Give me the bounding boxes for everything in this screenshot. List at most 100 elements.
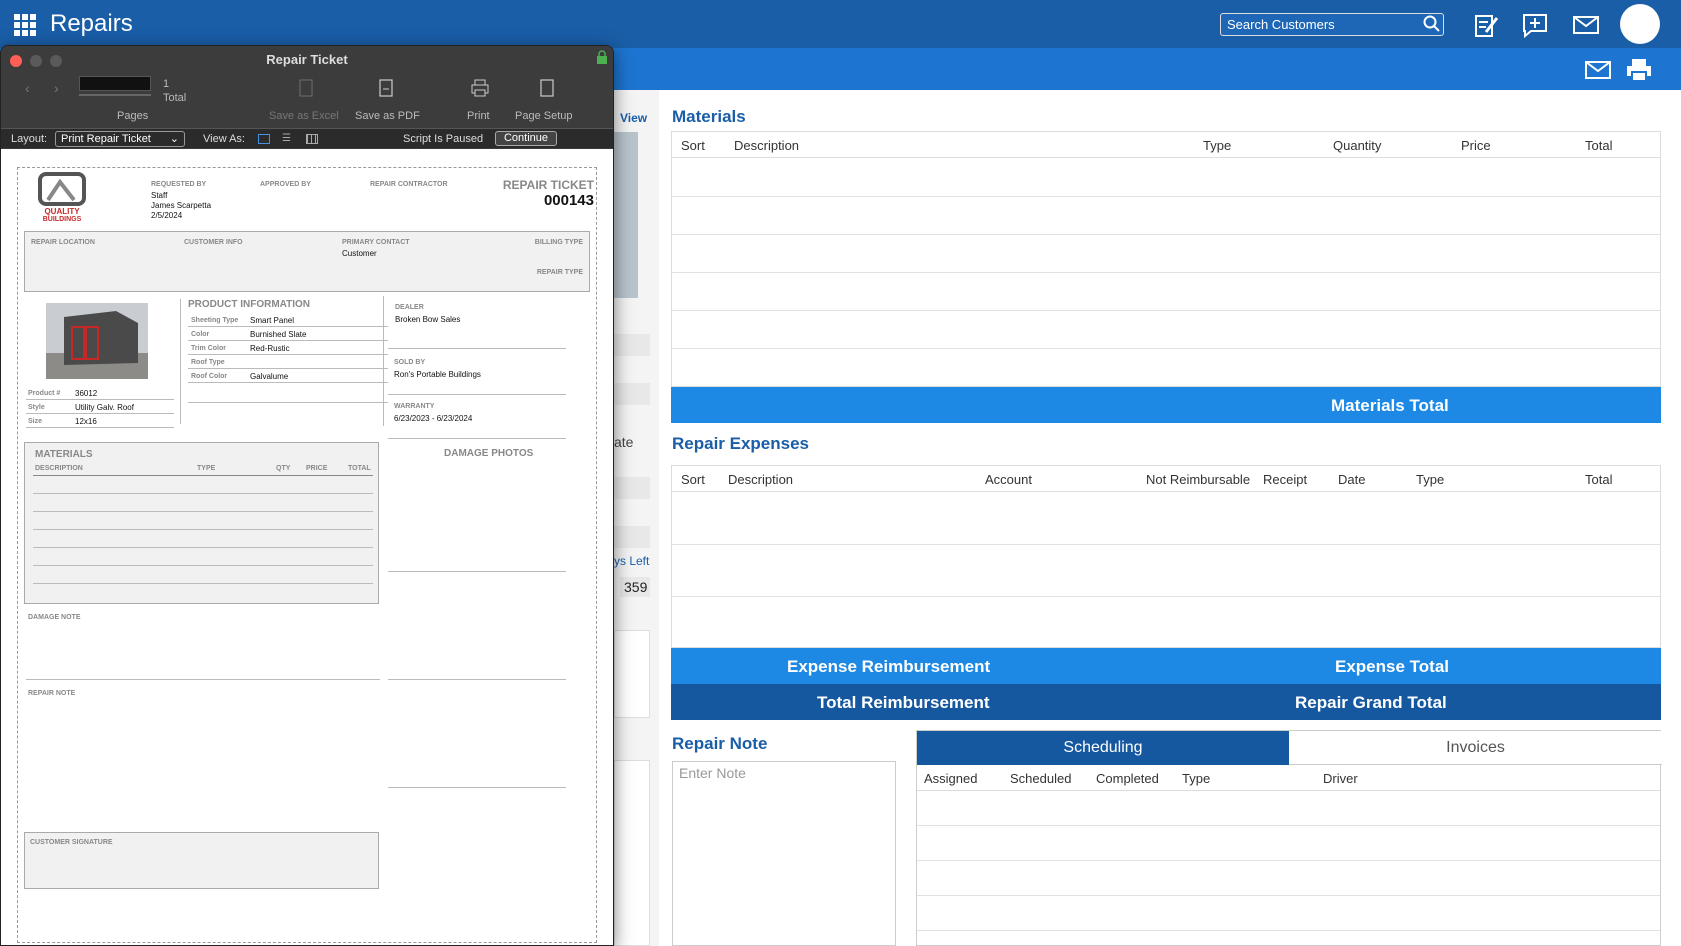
- col-scheduled[interactable]: Scheduled: [1010, 771, 1071, 786]
- col-quantity[interactable]: Quantity: [1333, 138, 1381, 153]
- continue-button[interactable]: Continue: [495, 131, 557, 146]
- col-type[interactable]: Type: [1203, 138, 1231, 153]
- form-view-icon[interactable]: [258, 134, 270, 144]
- divider: [188, 402, 388, 403]
- divider: [388, 438, 566, 439]
- save-pdf-icon[interactable]: [379, 79, 393, 97]
- print-button[interactable]: Print: [467, 110, 490, 122]
- chevron-down-icon: ⌄: [169, 133, 179, 145]
- table-row-divider: [672, 234, 1660, 235]
- total-label: Total: [163, 92, 187, 104]
- divider: [33, 547, 373, 548]
- divider: [180, 299, 181, 424]
- col-total[interactable]: Total: [1585, 138, 1612, 153]
- col-sort[interactable]: Sort: [681, 138, 705, 153]
- scheduling-panel: Scheduling Invoices Assigned Scheduled C…: [916, 730, 1662, 946]
- page-count: 1: [163, 78, 170, 90]
- repair-location-box: REPAIR LOCATION CUSTOMER INFO PRIMARY CO…: [24, 231, 590, 292]
- save-excel-icon[interactable]: [299, 79, 313, 97]
- search-customers-input[interactable]: Search Customers: [1220, 13, 1444, 36]
- materials-table: Sort Description Type Quantity Price Tot…: [671, 131, 1661, 387]
- page-setup-icon[interactable]: [540, 79, 554, 97]
- col-date[interactable]: Date: [1338, 472, 1365, 487]
- repair-note-input[interactable]: Enter Note: [672, 761, 896, 946]
- table-row-divider: [672, 310, 1660, 311]
- sold-by-label: SOLD BY: [394, 359, 426, 366]
- total-reimbursement-label: Total Reimbursement: [817, 693, 990, 712]
- save-as-pdf-button[interactable]: Save as PDF: [355, 110, 420, 122]
- materials-title: Materials: [672, 107, 746, 126]
- page-setup-button[interactable]: Page Setup: [515, 110, 573, 122]
- ticket-number: 000143: [543, 192, 594, 209]
- window-titlebar: Repair Ticket ‹ › 1 Total Pages Save as …: [1, 46, 613, 128]
- page-slider[interactable]: [79, 94, 151, 96]
- prev-page-icon[interactable]: ‹: [25, 80, 30, 96]
- color-value: Burnished Slate: [250, 330, 307, 339]
- col-total[interactable]: Total: [1585, 472, 1612, 487]
- repair-contractor-label: REPAIR CONTRACTOR: [370, 181, 448, 188]
- save-as-excel-button[interactable]: Save as Excel: [269, 110, 339, 122]
- quality-buildings-logo: QUALITY BUILDINGS: [38, 172, 86, 222]
- materials-table-header: Sort Description Type Quantity Price Tot…: [672, 132, 1660, 158]
- repair-location-label: REPAIR LOCATION: [31, 239, 95, 246]
- size-value: 12x16: [75, 417, 97, 426]
- col-description[interactable]: Description: [728, 472, 793, 487]
- requested-date: 2/5/2024: [151, 211, 183, 220]
- col-not-reimbursable[interactable]: Not Reimbursable: [1146, 472, 1250, 487]
- sold-by-value: Ron's Portable Buildings: [394, 370, 481, 379]
- page-number-input[interactable]: [79, 76, 151, 91]
- search-icon[interactable]: [1423, 15, 1441, 33]
- requested-by-label: REQUESTED BY: [151, 181, 207, 188]
- table-row-divider: [917, 825, 1660, 826]
- top-header: Repairs Search Customers: [0, 0, 1681, 48]
- divider: [388, 679, 566, 680]
- tab-scheduling[interactable]: Scheduling: [917, 731, 1289, 765]
- next-page-icon[interactable]: ›: [54, 80, 59, 96]
- approved-by-label: APPROVED BY: [260, 181, 311, 188]
- repair-grand-total-label: Repair Grand Total: [1295, 693, 1447, 712]
- print-icon[interactable]: [471, 79, 489, 97]
- tab-invoices[interactable]: Invoices: [1289, 731, 1662, 765]
- col-type[interactable]: Type: [1182, 771, 1210, 786]
- print-record-icon[interactable]: [1626, 58, 1652, 82]
- divider: [26, 427, 174, 428]
- user-avatar[interactable]: [1620, 4, 1660, 44]
- field-fragment: [614, 630, 650, 718]
- col-driver[interactable]: Driver: [1323, 771, 1358, 786]
- mail-icon[interactable]: [1572, 12, 1600, 38]
- col-sort[interactable]: Sort: [681, 472, 705, 487]
- repair-note-label: REPAIR NOTE: [28, 690, 76, 697]
- field-fragment: [614, 760, 650, 946]
- table-row-divider: [672, 272, 1660, 273]
- col-type[interactable]: Type: [1416, 472, 1444, 487]
- pages-label: Pages: [117, 110, 149, 122]
- col-description[interactable]: Description: [734, 138, 799, 153]
- window-title: Repair Ticket: [266, 52, 348, 67]
- table-row-divider: [672, 544, 1660, 545]
- col-account[interactable]: Account: [985, 472, 1032, 487]
- list-view-icon[interactable]: ☰: [282, 133, 291, 144]
- col-price[interactable]: Price: [1461, 138, 1491, 153]
- email-record-icon[interactable]: [1585, 58, 1611, 82]
- view-link[interactable]: View: [620, 111, 647, 125]
- edit-notes-icon[interactable]: [1472, 12, 1500, 38]
- divider: [33, 511, 373, 512]
- col-assigned[interactable]: Assigned: [924, 771, 977, 786]
- style-value: Utility Galv. Roof: [75, 403, 134, 412]
- divider: [388, 787, 566, 788]
- table-view-icon[interactable]: [306, 134, 318, 144]
- roof-color-value: Galvalume: [250, 372, 289, 381]
- divider: [33, 493, 373, 494]
- col-completed[interactable]: Completed: [1096, 771, 1159, 786]
- svg-text:QUALITY: QUALITY: [44, 207, 80, 216]
- table-row-divider: [917, 930, 1660, 931]
- lock-icon: [597, 50, 607, 64]
- add-comment-icon[interactable]: [1521, 12, 1549, 38]
- printout-materials-label: MATERIALS: [35, 449, 93, 460]
- field-fragment: [614, 526, 650, 548]
- expenses-table: Sort Description Account Not Reimbursabl…: [671, 465, 1661, 648]
- days-left-label: ys Left: [614, 554, 650, 568]
- layout-select[interactable]: Print Repair Ticket ⌄: [55, 131, 185, 147]
- apps-grid-icon[interactable]: [14, 14, 36, 36]
- col-receipt[interactable]: Receipt: [1263, 472, 1307, 487]
